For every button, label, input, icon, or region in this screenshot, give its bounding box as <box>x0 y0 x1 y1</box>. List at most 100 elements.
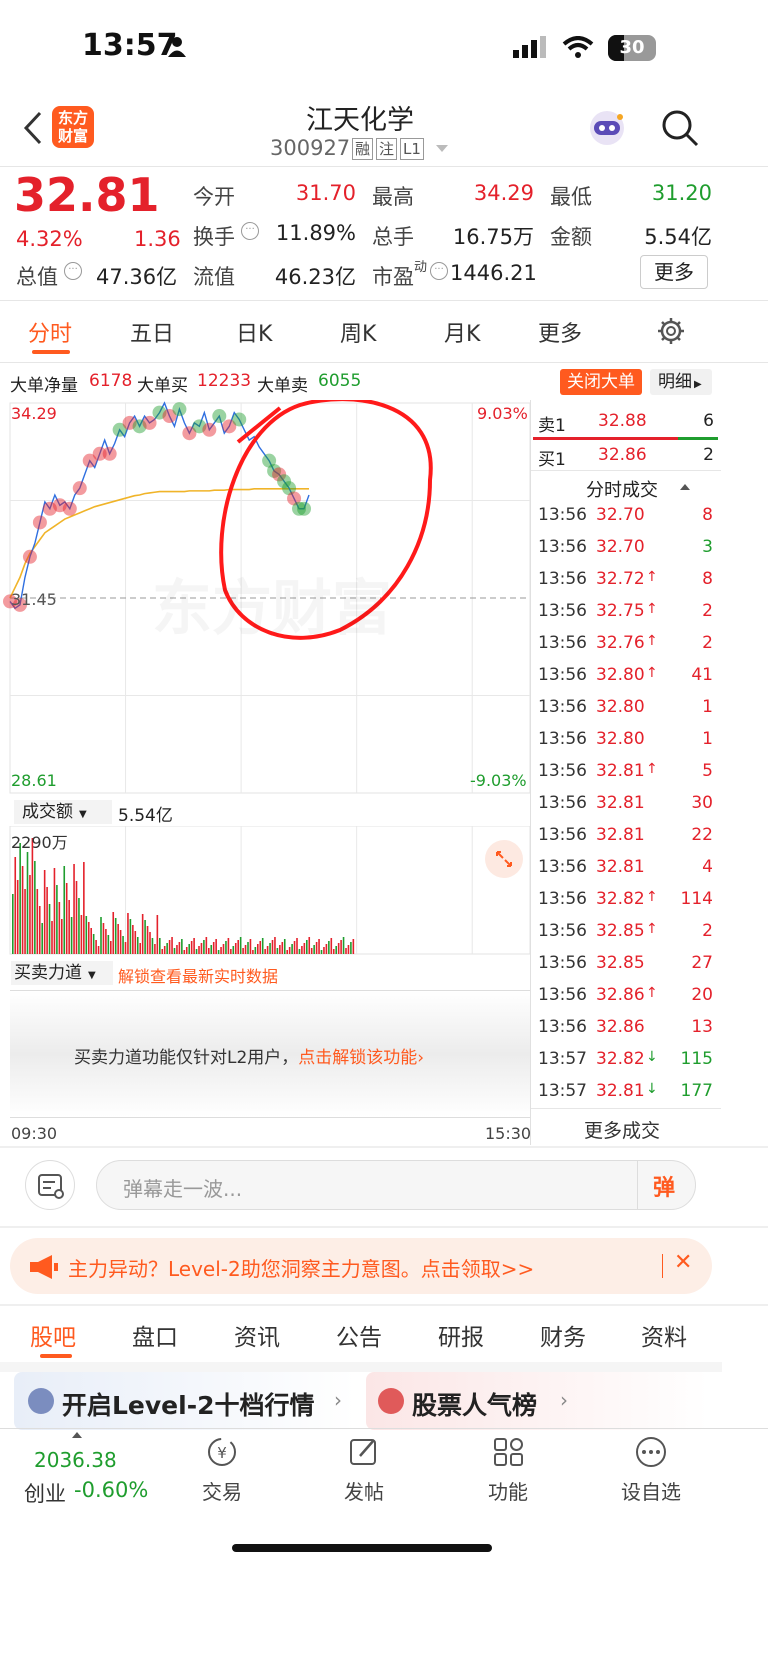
tab-chart-1[interactable]: 五日 <box>130 316 174 348</box>
tab-section-4[interactable]: 研报 <box>438 1318 484 1352</box>
volume-bar <box>87 922 90 954</box>
level2-card[interactable]: 开启Level-2十档行情 › <box>14 1372 356 1430</box>
more-trades-button[interactable]: 更多成交 <box>584 1116 660 1143</box>
tick-time: 13:57 <box>538 1081 587 1101</box>
pe-value: 1446.21 <box>450 261 537 285</box>
volume-bar <box>212 942 215 954</box>
danmu-toggle-icon[interactable]: 弹 <box>653 1170 675 1202</box>
tab-section-6[interactable]: 资料 <box>641 1318 687 1352</box>
volume-bar <box>200 943 203 954</box>
tick-time: 13:56 <box>538 537 587 557</box>
tab-chart-4[interactable]: 月K <box>444 316 480 348</box>
tab-section-5[interactable]: 财务 <box>540 1318 586 1352</box>
tab-section-0[interactable]: 股吧 <box>30 1318 76 1352</box>
nav-watchlist[interactable]: 设自选 <box>608 1436 694 1506</box>
force-selector[interactable]: 买卖力道 ▼ <box>11 961 113 985</box>
back-icon[interactable] <box>22 110 44 150</box>
volume-bar <box>232 946 235 954</box>
nav-post[interactable]: 发帖 <box>328 1436 400 1506</box>
index-widget[interactable]: 2036.38 创业 -0.60% <box>0 1430 150 1510</box>
tick-time: 13:56 <box>538 825 587 845</box>
pct-low-label: -9.03% <box>470 771 527 790</box>
close-icon[interactable]: ✕ <box>674 1250 692 1275</box>
volume-bar <box>318 939 320 954</box>
tab-chart-0[interactable]: 分时 <box>28 316 72 348</box>
volume-bar <box>97 946 100 954</box>
settings-gear-icon[interactable] <box>656 316 686 350</box>
force-notice: 买卖力道功能仅针对L2用户，点击解锁该功能› <box>74 1048 425 1068</box>
high-value: 34.29 <box>473 181 534 205</box>
home-indicator <box>232 1544 492 1552</box>
volume-bar <box>185 947 188 954</box>
tick-qty: 2 <box>702 921 713 941</box>
comment-input[interactable]: 弹幕走一波... 弹 <box>96 1160 696 1210</box>
promo-text: 主力异动？Level-2助您洞察主力意图。点击领取>> <box>68 1257 535 1281</box>
promo-banner[interactable]: 主力异动？Level-2助您洞察主力意图。点击领取>> ✕ <box>10 1238 712 1294</box>
bid-ask-ratio-bar <box>533 437 678 440</box>
tab-section-1[interactable]: 盘口 <box>132 1318 178 1352</box>
volume-bar <box>110 941 112 954</box>
popularity-card[interactable]: 股票人气榜 › <box>366 1372 708 1430</box>
watermark: 东方财富 <box>152 560 392 647</box>
person-icon <box>167 36 187 58</box>
big-order-marker <box>72 481 87 496</box>
volume-bar <box>247 942 249 954</box>
chevron-up-icon[interactable] <box>680 484 690 490</box>
tick-qty: 8 <box>702 569 713 589</box>
more-button[interactable]: 更多 <box>640 255 708 289</box>
volume-bar <box>203 940 205 954</box>
nav-functions[interactable]: 功能 <box>472 1436 544 1506</box>
volume-bar <box>21 866 24 954</box>
close-big-order-button[interactable]: 关闭大单 <box>560 369 642 395</box>
big-sell-value: 6055 <box>318 371 362 391</box>
tick-row: 13:56 32.80 1 <box>531 729 721 759</box>
nav-watchlist-label: 设自选 <box>621 1480 681 1504</box>
volume-bar <box>159 938 161 954</box>
volume-bar <box>166 943 168 954</box>
tab-section-2[interactable]: 资讯 <box>234 1318 280 1352</box>
volume-bar <box>242 948 244 954</box>
volume-bar <box>29 875 31 954</box>
volume-bar <box>38 906 41 954</box>
volume-bar <box>26 852 29 954</box>
volume-bar <box>75 881 78 954</box>
volume-bar <box>146 926 149 954</box>
info-icon[interactable]: ··· <box>430 262 448 280</box>
nav-trade[interactable]: ¥ 交易 <box>186 1436 258 1506</box>
danmu-settings-icon[interactable] <box>25 1160 75 1210</box>
info-icon[interactable]: ··· <box>241 222 259 240</box>
volume-bar <box>85 916 88 954</box>
volume-bar <box>80 915 83 954</box>
search-icon[interactable] <box>660 108 700 152</box>
volume-bar <box>271 940 274 954</box>
tab-section-3[interactable]: 公告 <box>336 1318 382 1352</box>
expand-icon[interactable] <box>485 840 523 878</box>
volume-total: 5.54亿 <box>118 806 173 826</box>
volume-bar <box>134 931 137 954</box>
volume-max-label: 2290万 <box>11 833 68 852</box>
tab-chart-3[interactable]: 周K <box>340 316 376 348</box>
grid-icon <box>494 1438 523 1466</box>
tick-row: 13:56 32.81 30 <box>531 793 721 823</box>
volume-bar <box>127 913 129 954</box>
tab-chart-5[interactable]: 更多 <box>538 316 582 348</box>
tick-price: 32.81 <box>596 761 645 781</box>
robot-assistant-icon[interactable] <box>587 108 627 148</box>
wifi-icon <box>562 36 594 62</box>
chevron-down-icon[interactable] <box>436 145 448 152</box>
tick-row: 13:56 32.80 ↑ 41 <box>531 665 721 695</box>
force-unlock-button[interactable]: 点击解锁该功能 <box>298 1048 417 1068</box>
prev-close-label: 31.45 <box>11 590 57 609</box>
volume-bar <box>313 945 315 954</box>
force-unlock-link[interactable]: 解锁查看最新实时数据 <box>118 963 278 987</box>
ticks-title[interactable]: 分时成交 <box>586 476 658 502</box>
info-icon[interactable]: ··· <box>64 262 82 280</box>
tick-qty: 20 <box>691 985 713 1005</box>
tick-qty: 2 <box>702 633 713 653</box>
time-end-label: 15:30 <box>485 1124 532 1143</box>
tick-arrow: ↑ <box>646 889 658 905</box>
detail-button[interactable]: 明细 ▶ <box>650 369 712 395</box>
volume-selector[interactable]: 成交额 ▼ <box>14 800 112 824</box>
battery-icon: 30 <box>608 35 656 61</box>
tab-chart-2[interactable]: 日K <box>236 316 272 348</box>
